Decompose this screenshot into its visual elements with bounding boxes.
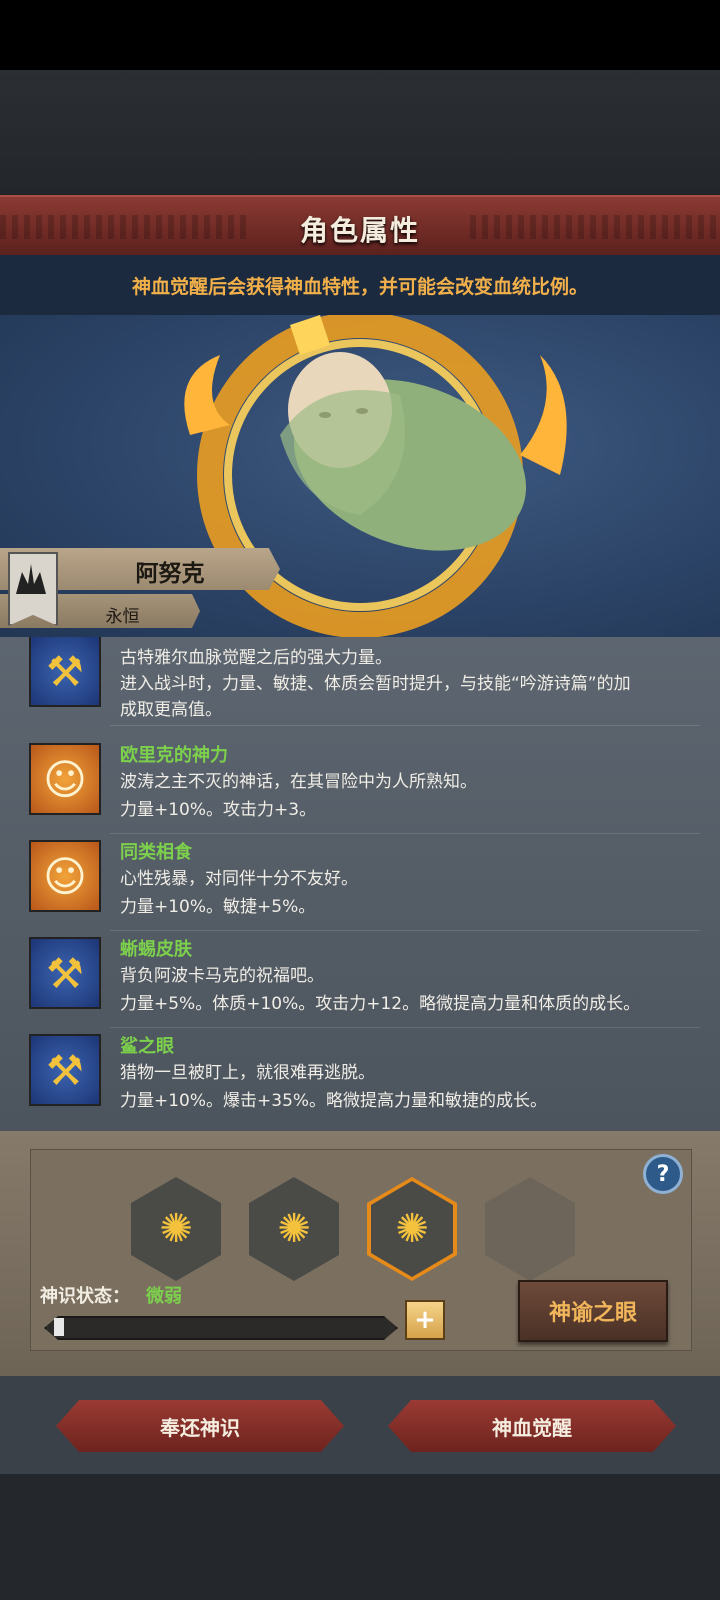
subtitle-strip: 神血觉醒后会获得神血特性，并可能会改变血统比例。 bbox=[0, 255, 720, 315]
smile-icon: ☺ bbox=[29, 743, 101, 815]
divider bbox=[110, 725, 700, 726]
trait-desc: 猎物一旦被盯上，就很难再逃脱。 bbox=[120, 1063, 375, 1083]
trait-desc: 波涛之主不灭的神话，在其冒险中为人所熟知。 bbox=[120, 772, 477, 792]
progress-bar bbox=[44, 1316, 398, 1340]
trait-name: 鲨之眼 bbox=[120, 1036, 174, 1057]
status-label: 神识状态： bbox=[40, 1286, 130, 1307]
trait-name: 同类相食 bbox=[120, 842, 192, 863]
trait-list[interactable]: ⚒ 古特雅尔血脉觉醒之后的强大力量。 进入战斗时，力量、敏捷、体质会暂时提升，与… bbox=[0, 637, 720, 1131]
bottom-background bbox=[0, 1474, 720, 1600]
axe-icon: ⚒ bbox=[29, 1034, 101, 1106]
status-value: 微弱 bbox=[146, 1286, 182, 1307]
awaken-slot-2[interactable]: ✺ bbox=[249, 1177, 339, 1281]
subtitle-text: 神血觉醒后会获得神血特性，并可能会改变血统比例。 bbox=[131, 276, 588, 298]
oracle-eye-button[interactable]: 神谕之眼 bbox=[518, 1280, 668, 1342]
character-name: 阿努克 bbox=[135, 561, 205, 587]
axe-icon: ⚒ bbox=[29, 937, 101, 1009]
title-bar: 角色属性 bbox=[0, 195, 720, 257]
status-bar-area bbox=[0, 0, 720, 70]
trait-item: ⚒ 蜥蜴皮肤 背负阿波卡马克的祝福吧。 力量+5%。体质+10%。攻击力+12。… bbox=[0, 933, 720, 1031]
awaken-slot-3-selected[interactable]: ✺ bbox=[367, 1177, 457, 1281]
trait-item: ⚒ 鲨之眼 猎物一旦被盯上，就很难再逃脱。 力量+10%。爆击+35%。略微提高… bbox=[0, 1030, 720, 1128]
trait-desc: 古特雅尔血脉觉醒之后的强大力量。 bbox=[120, 648, 392, 668]
trait-effect: 成取更高值。 bbox=[120, 700, 222, 720]
trait-effect: 力量+10%。敏捷+5%。 bbox=[120, 897, 316, 917]
trait-effect: 力量+10%。攻击力+3。 bbox=[120, 800, 317, 820]
axe-icon: ⚒ bbox=[29, 637, 101, 707]
trait-item: ☺ 同类相食 心性残暴，对同伴十分不友好。 力量+10%。敏捷+5%。 bbox=[0, 836, 720, 934]
trait-name: 欧里克的神力 bbox=[120, 745, 228, 766]
sun-emblem-icon: ✺ bbox=[371, 1181, 453, 1277]
help-icon[interactable]: ? bbox=[643, 1154, 683, 1194]
trait-effect: 力量+5%。体质+10%。攻击力+12。略微提高力量和体质的成长。 bbox=[120, 994, 641, 1014]
awaken-slot-1[interactable]: ✺ bbox=[131, 1177, 221, 1281]
trait-desc: 背负阿波卡马克的祝福吧。 bbox=[120, 966, 324, 986]
awaken-slot-4-empty[interactable] bbox=[485, 1177, 575, 1281]
blood-awaken-button[interactable]: 神血觉醒 bbox=[388, 1400, 676, 1452]
top-background bbox=[0, 70, 720, 195]
trait-effect: 力量+10%。爆击+35%。略微提高力量和敏捷的成长。 bbox=[120, 1091, 548, 1111]
trait-effect: 进入战斗时，力量、敏捷、体质会暂时提升，与技能“吟游诗篇”的加 bbox=[120, 674, 631, 694]
add-button[interactable]: + bbox=[405, 1300, 445, 1340]
trait-item: ⚒ 古特雅尔血脉觉醒之后的强大力量。 进入战斗时，力量、敏捷、体质会暂时提升，与… bbox=[0, 637, 720, 729]
trait-name: 蜥蜴皮肤 bbox=[120, 939, 192, 960]
divider bbox=[110, 930, 700, 931]
return-divinity-button[interactable]: 奉还神识 bbox=[56, 1400, 344, 1452]
divider bbox=[110, 1027, 700, 1028]
progress-fill bbox=[54, 1318, 64, 1336]
page-title: 角色属性 bbox=[299, 214, 420, 247]
smile-icon: ☺ bbox=[29, 840, 101, 912]
trait-item: ☺ 欧里克的神力 波涛之主不灭的神话，在其冒险中为人所熟知。 力量+10%。攻击… bbox=[0, 739, 720, 837]
trait-desc: 心性残暴，对同伴十分不友好。 bbox=[120, 869, 358, 889]
divider bbox=[110, 833, 700, 834]
character-rank: 永恒 bbox=[105, 607, 140, 627]
